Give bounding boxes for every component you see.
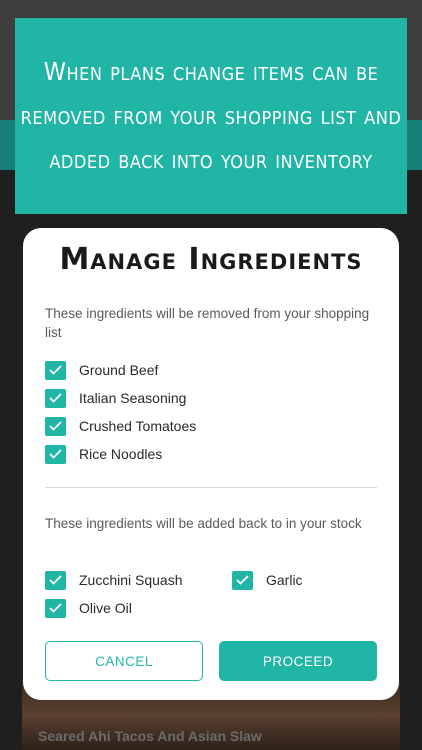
item-label: Rice Noodles bbox=[79, 446, 163, 462]
checkmark-icon bbox=[49, 575, 62, 585]
remove-item-crushed-tomatoes[interactable]: Crushed Tomatoes bbox=[45, 416, 196, 436]
checkmark-icon bbox=[49, 393, 62, 403]
remove-item-rice-noodles[interactable]: Rice Noodles bbox=[45, 444, 162, 464]
checkbox[interactable] bbox=[45, 416, 66, 436]
item-label: Zucchini Squash bbox=[79, 572, 183, 588]
manage-ingredients-dialog: Manage Ingredients These ingredients wil… bbox=[23, 228, 399, 700]
checkbox[interactable] bbox=[232, 570, 253, 590]
checkmark-icon bbox=[236, 575, 249, 585]
remove-section-description: These ingredients will be removed from y… bbox=[45, 306, 370, 340]
add-section-description: These ingredients will be added back to … bbox=[45, 516, 362, 531]
checkbox[interactable] bbox=[45, 444, 66, 464]
item-label: Italian Seasoning bbox=[79, 390, 187, 406]
checkmark-icon bbox=[49, 365, 62, 375]
dialog-title: Manage Ingredients bbox=[59, 242, 363, 277]
section-divider bbox=[45, 487, 377, 488]
checkbox[interactable] bbox=[45, 570, 66, 590]
checkbox[interactable] bbox=[45, 360, 66, 380]
add-item-garlic[interactable]: Garlic bbox=[232, 570, 303, 590]
recipe-card-title: Seared Ahi Tacos And Asian Slaw bbox=[38, 728, 262, 744]
checkmark-icon bbox=[49, 449, 62, 459]
promo-banner-text: When plans change items can be removed f… bbox=[20, 57, 402, 174]
item-label: Garlic bbox=[266, 572, 303, 588]
promo-banner: When plans change items can be removed f… bbox=[15, 18, 407, 214]
checkbox[interactable] bbox=[45, 388, 66, 408]
add-item-zucchini-squash[interactable]: Zucchini Squash bbox=[45, 570, 183, 590]
item-label: Crushed Tomatoes bbox=[79, 418, 197, 434]
proceed-button[interactable]: PROCEED bbox=[219, 641, 377, 681]
checkbox[interactable] bbox=[45, 598, 66, 618]
remove-item-italian-seasoning[interactable]: Italian Seasoning bbox=[45, 388, 186, 408]
checkmark-icon bbox=[49, 421, 62, 431]
item-label: Olive Oil bbox=[79, 600, 132, 616]
cancel-button[interactable]: CANCEL bbox=[45, 641, 203, 681]
item-label: Ground Beef bbox=[79, 362, 159, 378]
checkmark-icon bbox=[49, 603, 62, 613]
remove-item-ground-beef[interactable]: Ground Beef bbox=[45, 360, 158, 380]
add-item-olive-oil[interactable]: Olive Oil bbox=[45, 598, 132, 618]
